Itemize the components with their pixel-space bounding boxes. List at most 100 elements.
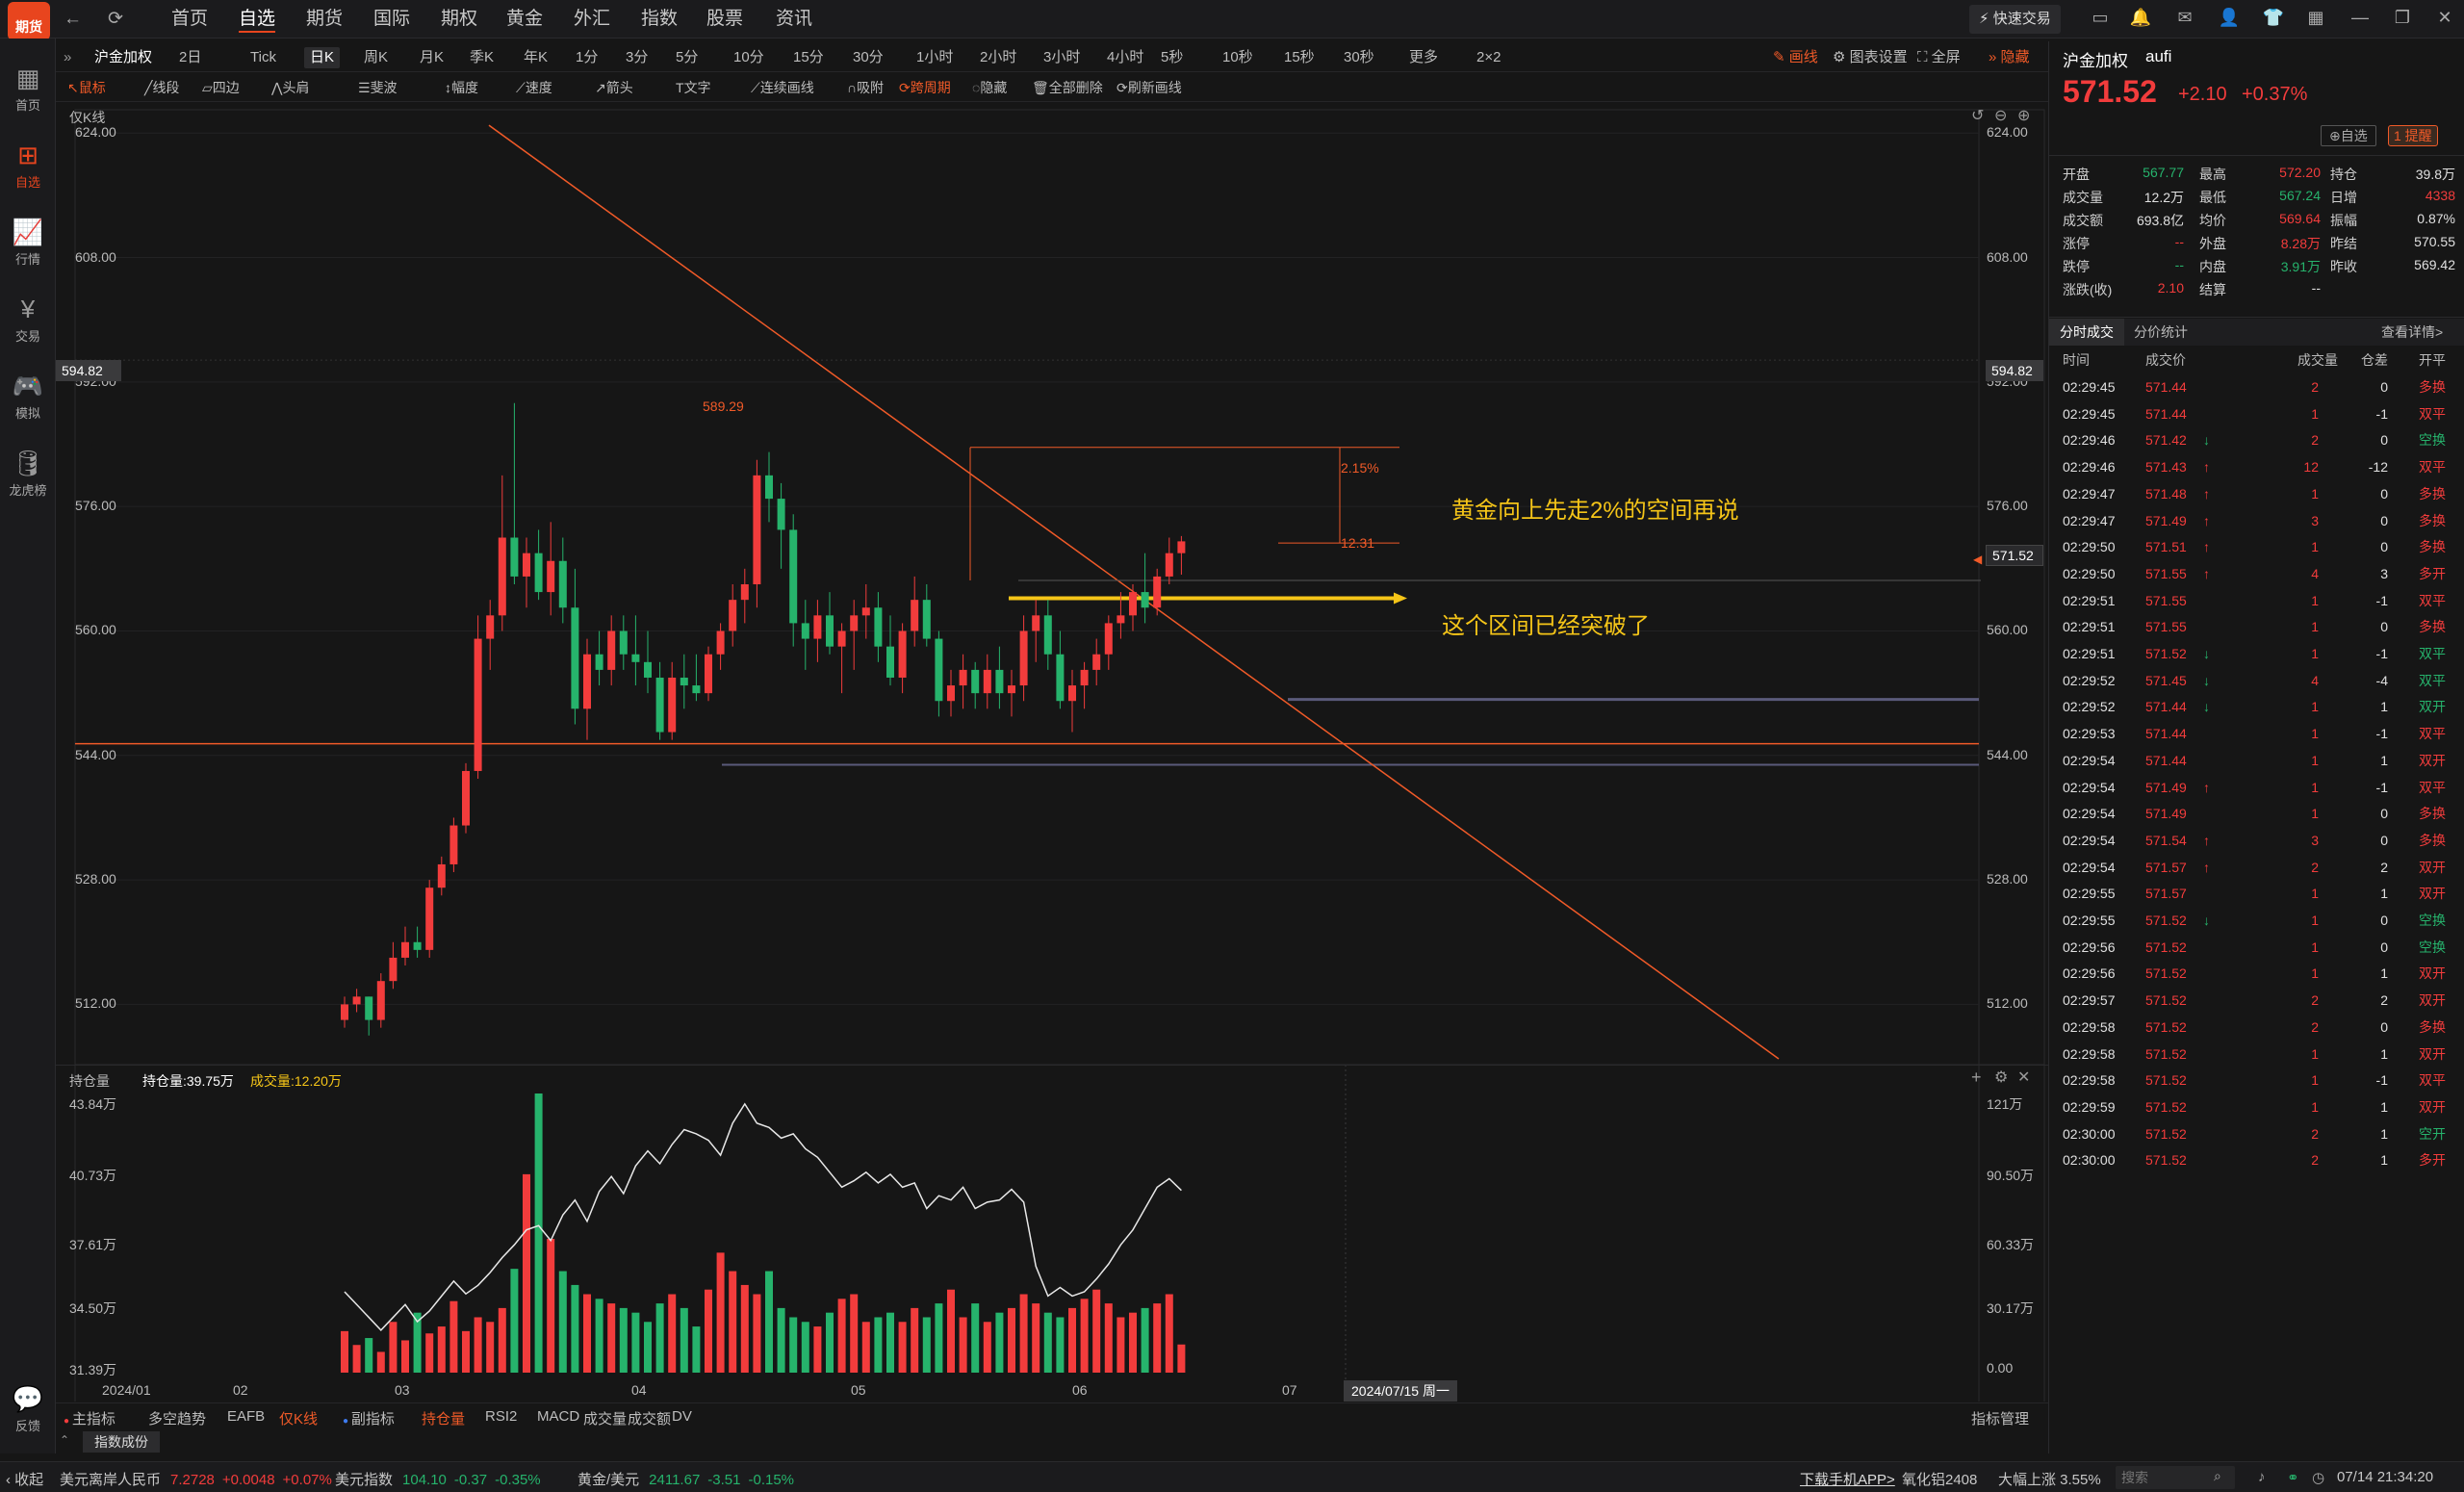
view-detail-link[interactable]: 查看详情>: [2381, 319, 2443, 346]
refresh-icon[interactable]: ⟳: [108, 6, 123, 33]
annotation-text-1[interactable]: 黄金向上先走2%的空间再说: [1451, 491, 1739, 525]
draw-tool-10[interactable]: ∩吸附: [847, 77, 884, 98]
app-logo[interactable]: 期货: [8, 2, 50, 40]
nav-item-4[interactable]: 期权: [441, 6, 477, 33]
draw-tool-3[interactable]: ⋀头肩: [271, 77, 309, 98]
minimize-icon[interactable]: —: [2348, 8, 2372, 28]
sidebar-item-3[interactable]: ¥ 交易: [0, 295, 56, 345]
tab-index-components[interactable]: 指数成份: [83, 1431, 160, 1453]
indicator-6[interactable]: RSI2: [485, 1408, 517, 1425]
period-14[interactable]: 2小时: [980, 47, 1016, 68]
add-watch-button[interactable]: ⊕自选: [2321, 125, 2376, 146]
collapse-ticker-button[interactable]: ‹ 收起: [6, 1469, 43, 1489]
ticker-2[interactable]: 黄金/美元 2411.67 -3.51 -0.15%: [578, 1469, 794, 1489]
subchart-title[interactable]: 持仓量: [69, 1071, 110, 1091]
nav-item-7[interactable]: 指数: [641, 6, 678, 33]
collapse-icon[interactable]: »: [64, 47, 71, 68]
nav-item-1[interactable]: 自选: [239, 6, 276, 33]
period-4[interactable]: 月K: [420, 47, 444, 68]
search-icon[interactable]: ⌕: [2214, 1468, 2221, 1484]
indicator-4[interactable]: ● 副指标: [343, 1408, 395, 1428]
draw-tool-1[interactable]: ╱线段: [144, 77, 179, 98]
chart-area[interactable]: 仅K线 ↺ ⊖ ⊕ 624.00624.00608.00608.00592.00…: [56, 102, 2048, 1402]
sidebar-item-0[interactable]: ▦ 首页: [0, 64, 56, 114]
toolbar-right-0[interactable]: ✎ 画线: [1773, 47, 1818, 68]
nav-item-3[interactable]: 国际: [373, 6, 410, 33]
menu-grid-icon[interactable]: ▦: [2304, 8, 2327, 28]
period-6[interactable]: 年K: [524, 47, 548, 68]
period-17[interactable]: 5秒: [1161, 47, 1183, 68]
sidebar-item-feedback[interactable]: 💬 反馈: [0, 1384, 56, 1434]
draw-tool-2[interactable]: ▱四边: [202, 77, 240, 98]
add-icon[interactable]: +: [1971, 1068, 1982, 1088]
sound-icon[interactable]: ♪: [2258, 1469, 2266, 1485]
expand-icon[interactable]: ⌃: [60, 1433, 69, 1447]
download-app-link[interactable]: 下载手机APP>: [1800, 1469, 1895, 1489]
period-13[interactable]: 1小时: [916, 47, 953, 68]
ticker-0[interactable]: 美元离岸人民币 7.2728 +0.0048 +0.07%: [60, 1469, 332, 1489]
period-0[interactable]: 2日: [179, 47, 201, 68]
nav-item-9[interactable]: 资讯: [776, 6, 812, 33]
shirt-icon[interactable]: 👕: [2262, 8, 2285, 28]
bell-icon[interactable]: 🔔: [2129, 8, 2152, 28]
nav-item-2[interactable]: 期货: [306, 6, 343, 33]
period-3[interactable]: 周K: [364, 47, 388, 68]
period-22[interactable]: 2×2: [1476, 47, 1501, 68]
draw-tool-4[interactable]: ☰斐波: [358, 77, 398, 98]
nav-item-6[interactable]: 外汇: [574, 6, 610, 33]
undo-icon[interactable]: ↺: [1971, 106, 1984, 125]
period-18[interactable]: 10秒: [1222, 47, 1253, 68]
zoom-in-icon[interactable]: ⊕: [2017, 106, 2030, 125]
sidebar-item-1[interactable]: ⊞ 自选: [0, 141, 56, 191]
sidebar-item-2[interactable]: 📈 行情: [0, 218, 56, 268]
back-icon[interactable]: ←: [64, 6, 82, 33]
indicator-manage-button[interactable]: 指标管理: [1971, 1408, 2029, 1428]
draw-tool-0[interactable]: ↖鼠标: [67, 77, 106, 98]
period-1[interactable]: Tick: [250, 47, 276, 68]
nav-item-5[interactable]: 黄金: [506, 6, 543, 33]
indicator-5[interactable]: 持仓量: [422, 1408, 465, 1428]
alert-button[interactable]: 1 提醒: [2388, 125, 2438, 146]
period-9[interactable]: 5分: [676, 47, 698, 68]
tab-price-stats[interactable]: 分价统计: [2134, 319, 2188, 346]
sidebar-item-5[interactable]: 🛢 龙虎榜: [0, 449, 56, 499]
quick-trade-button[interactable]: ⚡ 快速交易: [1969, 5, 2061, 34]
period-20[interactable]: 30秒: [1344, 47, 1374, 68]
draw-tool-7[interactable]: ↗箭头: [595, 77, 633, 98]
period-11[interactable]: 15分: [793, 47, 824, 68]
indicator-2[interactable]: EAFB: [227, 1408, 265, 1425]
news-code[interactable]: 氧化铝2408: [1902, 1469, 1977, 1489]
draw-tool-11[interactable]: ⟳跨周期: [899, 77, 951, 98]
draw-tool-14[interactable]: ⟳刷新画线: [1116, 77, 1182, 98]
annotation-text-2[interactable]: 这个区间已经突破了: [1442, 606, 1650, 640]
period-19[interactable]: 15秒: [1284, 47, 1315, 68]
settings-icon[interactable]: ⚙: [1994, 1068, 2008, 1087]
screen-icon[interactable]: ▭: [2089, 8, 2112, 28]
nav-item-8[interactable]: 股票: [706, 6, 743, 33]
zoom-out-icon[interactable]: ⊖: [1994, 106, 2007, 125]
close-subchart-icon[interactable]: ✕: [2017, 1068, 2030, 1087]
period-15[interactable]: 3小时: [1043, 47, 1080, 68]
indicator-3[interactable]: 仅K线: [279, 1408, 318, 1428]
indicator-0[interactable]: ● 主指标: [64, 1408, 116, 1428]
draw-tool-12[interactable]: ◌隐藏: [972, 77, 1007, 98]
search-input[interactable]: [2116, 1466, 2208, 1489]
period-2[interactable]: 日K: [304, 47, 341, 68]
period-10[interactable]: 10分: [733, 47, 764, 68]
indicator-8[interactable]: 成交量: [583, 1408, 627, 1428]
sidebar-item-4[interactable]: 🎮 模拟: [0, 372, 56, 422]
period-21[interactable]: 更多: [1409, 47, 1438, 68]
toolbar-right-2[interactable]: ⛶ 全屏: [1917, 47, 1961, 68]
indicator-9[interactable]: 成交额: [628, 1408, 671, 1428]
indicator-10[interactable]: DV: [672, 1408, 692, 1425]
period-8[interactable]: 3分: [626, 47, 648, 68]
news-text[interactable]: 大幅上涨 3.55%: [1998, 1469, 2101, 1489]
period-12[interactable]: 30分: [853, 47, 884, 68]
period-5[interactable]: 季K: [470, 47, 494, 68]
period-7[interactable]: 1分: [576, 47, 598, 68]
tab-time-trades[interactable]: 分时成交: [2049, 319, 2124, 346]
draw-tool-6[interactable]: ⟋速度: [516, 77, 552, 98]
symbol-selector[interactable]: 沪金加权: [94, 47, 152, 68]
draw-tool-8[interactable]: T文字: [676, 77, 711, 98]
kline-chart[interactable]: [56, 102, 2048, 1402]
